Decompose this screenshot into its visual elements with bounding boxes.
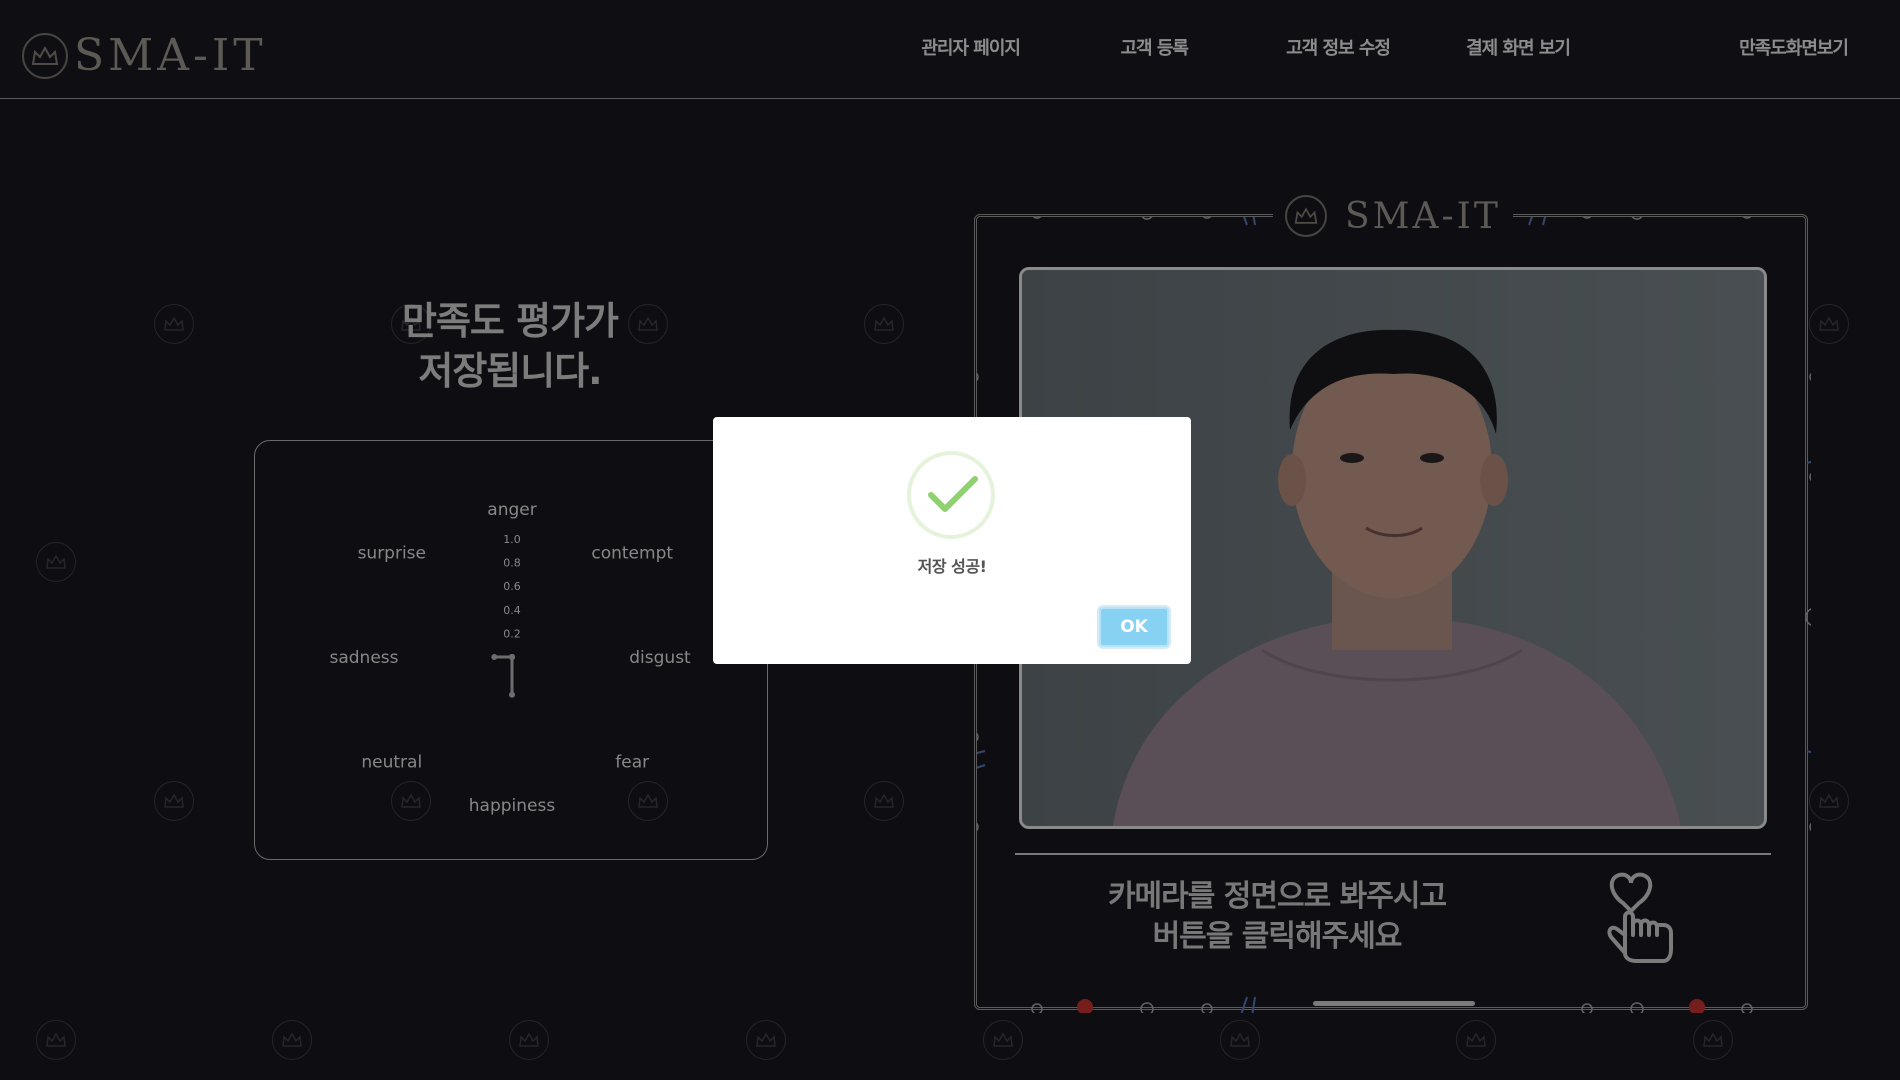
check-icon: [928, 476, 978, 512]
success-dialog: 저장 성공! OK: [713, 417, 1191, 664]
dialog-message: 저장 성공!: [917, 557, 987, 576]
success-icon-ring: [907, 451, 995, 539]
ok-button[interactable]: OK: [1099, 607, 1169, 647]
